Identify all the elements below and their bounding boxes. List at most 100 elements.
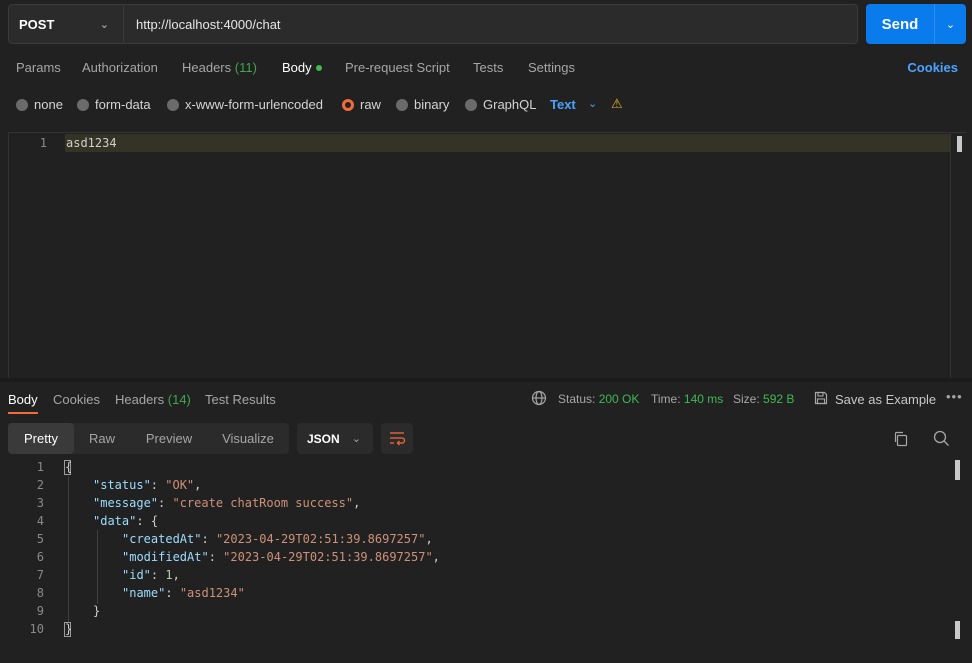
view-raw[interactable]: Raw [80, 423, 124, 454]
send-options-chevron-icon[interactable]: ⌄ [935, 18, 966, 31]
time-value: 140 ms [683, 392, 724, 406]
line-number: 1 [39, 136, 47, 150]
size-meta[interactable]: Size: 592 B [733, 392, 794, 406]
line-number: 4 [36, 514, 44, 528]
json-key: "name" [122, 586, 166, 600]
method-select[interactable]: POST ⌄ [9, 5, 124, 43]
tab-pre-request-script[interactable]: Pre-request Script [345, 60, 450, 75]
json-string: "OK" [165, 478, 195, 492]
json-line: "id": 1, [122, 568, 180, 582]
tab-headers-count: (11) [234, 60, 257, 75]
tab-params[interactable]: Params [16, 60, 61, 75]
line-number: 8 [36, 586, 44, 600]
radio-urlencoded-label: x-www-form-urlencoded [185, 97, 323, 112]
tab-settings[interactable]: Settings [528, 60, 575, 75]
radio-circle-selected [342, 98, 354, 111]
radio-form-data-label: form-data [95, 97, 151, 112]
json-brace: } [65, 622, 73, 636]
response-tab-test-results[interactable]: Test Results [205, 392, 276, 407]
response-tab-cookies[interactable]: Cookies [53, 392, 100, 407]
globe-icon[interactable] [531, 390, 547, 406]
json-string: "2023-04-29T02:51:39.8697257" [215, 532, 426, 546]
request-body-editor[interactable]: 1 asd1234 [8, 132, 966, 379]
radio-none[interactable]: none [16, 97, 63, 112]
json-key: "createdAt" [122, 532, 202, 546]
save-icon[interactable] [814, 391, 828, 405]
response-tab-headers[interactable]: Headers (14) [115, 392, 191, 407]
radio-binary[interactable]: binary [396, 97, 449, 112]
time-label: Time: [651, 392, 681, 406]
response-scrollbar-thumb[interactable] [955, 460, 960, 480]
editor-line[interactable]: asd1234 [66, 136, 117, 150]
method-label: POST [19, 16, 55, 32]
json-brace: } [93, 604, 101, 618]
json-line: } [65, 622, 72, 636]
save-as-example-button[interactable]: Save as Example [835, 392, 936, 407]
line-number: 6 [36, 550, 44, 564]
tab-headers-label: Headers [182, 60, 232, 75]
radio-raw[interactable]: raw [342, 97, 381, 112]
body-format-select[interactable]: Text [550, 97, 576, 112]
response-tab-body[interactable]: Body [8, 392, 38, 407]
json-line: "modifiedAt": "2023-04-29T02:51:39.86972… [122, 550, 440, 564]
response-scrollbar-thumb-bottom[interactable] [955, 621, 960, 639]
response-format-select[interactable]: JSON ⌄ [297, 423, 373, 454]
radio-circle [16, 98, 28, 111]
chevron-down-icon: ⌄ [351, 433, 361, 445]
word-wrap-button[interactable] [381, 423, 413, 454]
tab-body[interactable]: Body [282, 60, 322, 75]
indent-guide [97, 530, 98, 604]
editor-scrollbar[interactable] [950, 133, 964, 379]
json-line: "status": "OK", [93, 478, 202, 492]
scrollbar-thumb[interactable] [957, 136, 962, 152]
radio-graphql-label: GraphQL [483, 97, 537, 112]
warning-icon[interactable]: ⚠ [611, 96, 623, 112]
status-meta[interactable]: Status: 200 OK [558, 392, 639, 406]
json-key: "id" [122, 568, 151, 582]
response-body-viewer[interactable]: 1 2 3 4 5 6 7 8 9 10 { "status": "OK", "… [0, 460, 972, 663]
json-line: "createdAt": "2023-04-29T02:51:39.869725… [122, 532, 433, 546]
radio-circle [167, 98, 179, 111]
response-format-label: JSON [307, 431, 340, 446]
search-icon[interactable] [933, 430, 950, 447]
time-meta[interactable]: Time: 140 ms [651, 392, 723, 406]
url-input[interactable]: http://localhost:4000/chat [124, 17, 281, 32]
json-key: "modifiedAt" [122, 550, 209, 564]
json-brace: { [150, 514, 159, 528]
cookies-link[interactable]: Cookies [907, 60, 958, 75]
view-visualize[interactable]: Visualize [214, 423, 282, 454]
size-value: 592 B [763, 392, 795, 406]
json-line: { [65, 460, 72, 474]
line-number: 10 [29, 622, 44, 636]
indent-guide [68, 476, 69, 622]
radio-form-data[interactable]: form-data [77, 97, 151, 112]
radio-x-www-form-urlencoded[interactable]: x-www-form-urlencoded [167, 97, 323, 112]
tab-tests[interactable]: Tests [473, 60, 503, 75]
send-button[interactable]: Send [866, 16, 934, 33]
line-number: 3 [36, 496, 44, 510]
request-url-bar: POST ⌄ http://localhost:4000/chat [8, 4, 858, 44]
view-pretty[interactable]: Pretty [8, 423, 74, 454]
radio-raw-label: raw [360, 97, 381, 112]
chevron-down-icon[interactable]: ⌄ [588, 97, 597, 110]
tab-headers[interactable]: Headers (11) [182, 60, 257, 75]
current-line-highlight [65, 134, 951, 152]
copy-icon[interactable] [893, 431, 909, 447]
json-key: "status" [93, 478, 151, 492]
line-number: 9 [36, 604, 44, 618]
json-key: "data" [93, 514, 137, 528]
tab-authorization[interactable]: Authorization [82, 60, 158, 75]
active-tab-underline [8, 412, 38, 414]
pane-divider[interactable] [0, 378, 972, 382]
response-tab-headers-label: Headers [115, 392, 165, 407]
json-line: } [93, 604, 100, 618]
radio-graphql[interactable]: GraphQL [465, 97, 536, 112]
view-preview[interactable]: Preview [138, 423, 200, 454]
size-label: Size: [733, 392, 760, 406]
json-line: "message": "create chatRoom success", [93, 496, 361, 510]
more-options-icon[interactable]: ••• [946, 389, 963, 404]
json-string: "asd1234" [179, 586, 245, 600]
view-mode-selector: Pretty Raw Preview Visualize [8, 423, 289, 454]
wrap-lines-icon [390, 432, 406, 446]
radio-none-label: none [34, 97, 63, 112]
